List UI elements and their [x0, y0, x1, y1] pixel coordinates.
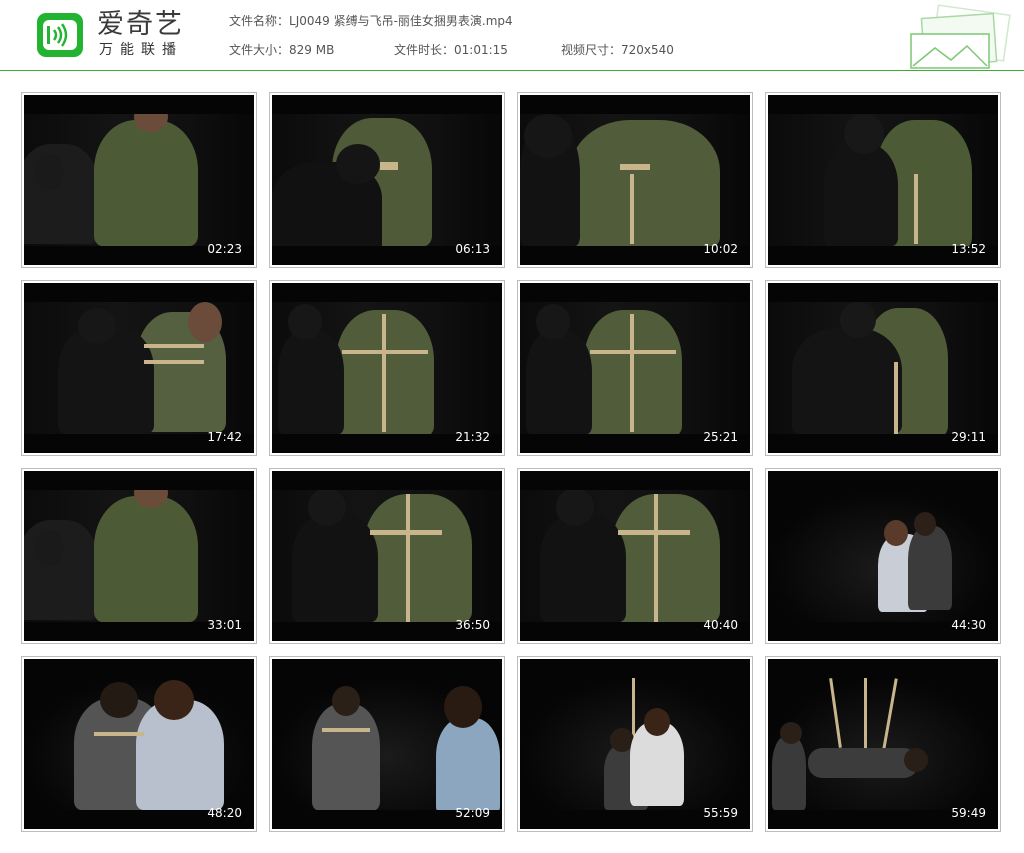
file-name-label: 文件名称：: [229, 14, 290, 28]
video-thumbnail[interactable]: 55:59: [517, 656, 753, 832]
video-thumbnail[interactable]: 25:21: [517, 280, 753, 456]
thumbnail-frame: 10:02: [520, 95, 750, 265]
thumbnail-frame: 06:13: [272, 95, 502, 265]
thumbnail-frame: 13:52: [768, 95, 998, 265]
file-name-row: 文件名称：LJ0049 紧缚与飞吊-丽佳女捆男表演.mp4: [229, 14, 513, 28]
thumbnail-timestamp: 59:49: [951, 806, 986, 820]
thumbnail-image: [272, 302, 502, 434]
thumbnail-frame: 29:11: [768, 283, 998, 453]
thumbnail-timestamp: 06:13: [455, 242, 490, 256]
thumbnail-frame: 36:50: [272, 471, 502, 641]
thumbnail-frame: 25:21: [520, 283, 750, 453]
thumbnail-frame: 59:49: [768, 659, 998, 829]
thumbnail-image: [768, 114, 998, 246]
duration-row: 文件时长：01:01:15: [394, 43, 508, 57]
thumbnail-timestamp: 25:21: [703, 430, 738, 444]
video-thumbnail[interactable]: 52:09: [269, 656, 505, 832]
thumbnail-image: [272, 490, 502, 622]
logo-subtitle: 万能联播: [99, 42, 183, 58]
thumbnail-frame: 17:42: [24, 283, 254, 453]
video-thumbnail[interactable]: 33:01: [21, 468, 257, 644]
resolution-value: 720x540: [621, 43, 674, 57]
video-thumbnail[interactable]: 29:11: [765, 280, 1001, 456]
thumbnail-timestamp: 52:09: [455, 806, 490, 820]
thumbnail-frame: 52:09: [272, 659, 502, 829]
file-size-row: 文件大小：829 MB: [229, 43, 334, 57]
thumbnail-image: [768, 678, 998, 810]
video-thumbnail[interactable]: 10:02: [517, 92, 753, 268]
thumbnail-image: [24, 114, 254, 246]
logo-title: 爱奇艺: [97, 9, 184, 40]
thumbnail-timestamp: 55:59: [703, 806, 738, 820]
thumbnail-image: [520, 490, 750, 622]
video-thumbnail[interactable]: 06:13: [269, 92, 505, 268]
thumbnail-timestamp: 29:11: [951, 430, 986, 444]
thumbnail-timestamp: 13:52: [951, 242, 986, 256]
video-thumbnail[interactable]: 48:20: [21, 656, 257, 832]
thumbnail-frame: 48:20: [24, 659, 254, 829]
thumbnail-timestamp: 48:20: [207, 806, 242, 820]
thumbnail-frame: 02:23: [24, 95, 254, 265]
video-thumbnail[interactable]: 40:40: [517, 468, 753, 644]
thumbnail-frame: 21:32: [272, 283, 502, 453]
thumbnail-grid: 02:23 06:13 10:02 13:52 17:42 21:32 25:2…: [21, 92, 1001, 832]
thumbnail-image: [768, 302, 998, 434]
header: 爱奇艺 万能联播 文件名称：LJ0049 紧缚与飞吊-丽佳女捆男表演.mp4 文…: [0, 0, 1024, 71]
thumbnail-image: [520, 678, 750, 810]
file-size-value: 829 MB: [289, 43, 335, 57]
video-thumbnail[interactable]: 21:32: [269, 280, 505, 456]
thumbnail-timestamp: 33:01: [207, 618, 242, 632]
video-thumbnail[interactable]: 44:30: [765, 468, 1001, 644]
thumbnail-image: [520, 114, 750, 246]
thumbnail-image: [24, 302, 254, 434]
video-thumbnail[interactable]: 36:50: [269, 468, 505, 644]
thumbnail-image: [24, 678, 254, 810]
thumbnail-timestamp: 36:50: [455, 618, 490, 632]
video-thumbnail[interactable]: 13:52: [765, 92, 1001, 268]
thumbnail-timestamp: 02:23: [207, 242, 242, 256]
decorative-frames-icon: [910, 4, 1011, 69]
iqiyi-logo-icon: [37, 13, 83, 57]
thumbnail-frame: 55:59: [520, 659, 750, 829]
thumbnail-image: [272, 678, 502, 810]
file-name-value: LJ0049 紧缚与飞吊-丽佳女捆男表演.mp4: [289, 14, 513, 28]
thumbnail-timestamp: 10:02: [703, 242, 738, 256]
thumbnail-image: [768, 490, 998, 622]
video-thumbnail[interactable]: 59:49: [765, 656, 1001, 832]
file-size-label: 文件大小：: [229, 43, 290, 57]
video-thumbnail[interactable]: 02:23: [21, 92, 257, 268]
resolution-row: 视频尺寸：720x540: [561, 43, 674, 57]
duration-value: 01:01:15: [454, 43, 508, 57]
video-thumbnail[interactable]: 17:42: [21, 280, 257, 456]
thumbnail-frame: 40:40: [520, 471, 750, 641]
thumbnail-image: [272, 114, 502, 246]
thumbnail-frame: 33:01: [24, 471, 254, 641]
thumbnail-frame: 44:30: [768, 471, 998, 641]
thumbnail-timestamp: 17:42: [207, 430, 242, 444]
thumbnail-timestamp: 44:30: [951, 618, 986, 632]
thumbnail-timestamp: 40:40: [703, 618, 738, 632]
resolution-label: 视频尺寸：: [561, 43, 622, 57]
thumbnail-image: [24, 490, 254, 622]
thumbnail-image: [520, 302, 750, 434]
thumbnail-timestamp: 21:32: [455, 430, 490, 444]
duration-label: 文件时长：: [394, 43, 455, 57]
